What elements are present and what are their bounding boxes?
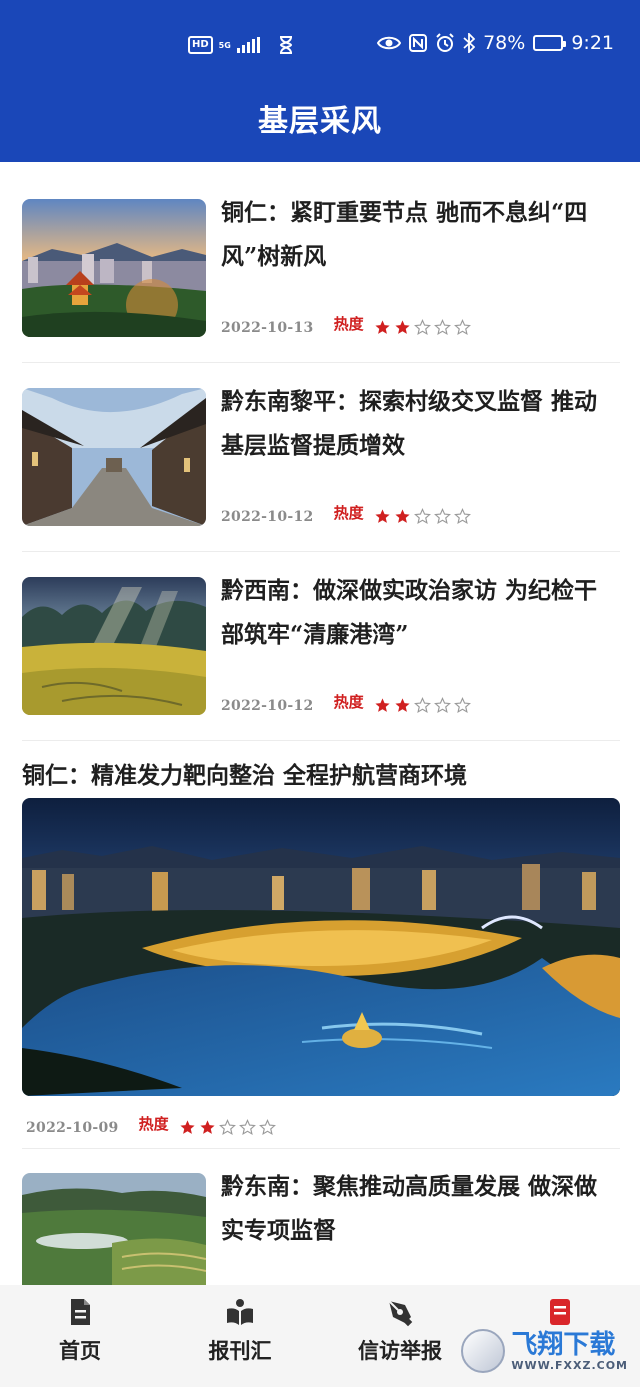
nav-publications-label: 报刊汇 [208,1338,272,1363]
divider [22,551,620,552]
heat-rating [374,319,471,336]
watermark-logo: 飞翔下载 WWW.FXXZ.COM [461,1329,628,1373]
page-title: 基层采风 [258,104,382,139]
article-meta: 2022-10-13 热度 [221,315,471,338]
heat-label: 热度 [333,504,364,522]
filled-star-icon [199,1120,215,1134]
nav-home[interactable]: 首页 [20,1297,140,1365]
red-book-icon [550,1299,570,1325]
empty-star-icon [453,319,471,336]
article-date: 2022-10-13 [221,319,314,336]
article-thumbnail [22,1173,206,1285]
empty-star-icon [413,508,431,525]
featured-image[interactable] [22,798,620,1096]
article-card[interactable]: 黔东南：聚焦推动高质量发展 做深做实专项监督 [22,1173,620,1285]
article-date: 2022-10-12 [221,508,314,525]
clock: 9:21 [571,32,614,54]
eye-icon [377,36,402,50]
watermark-title: 飞翔下载 [511,1329,616,1360]
battery-icon [533,35,567,51]
battery-percent: 78% [483,32,526,54]
hd-badge: HD [188,36,213,54]
filled-star-icon [374,509,390,523]
heat-rating [179,1119,276,1136]
article-title[interactable]: 黔东南黎平：探索村级交叉监督 推动基层监督提质增效 [221,380,613,468]
featured-title[interactable]: 铜仁：精准发力靶向整治 全程护航营商环境 [22,756,620,790]
article-thumbnail [22,577,206,715]
article-card[interactable]: 黔东南黎平：探索村级交叉监督 推动基层监督提质增效 2022-10-12 热度 [22,388,620,528]
empty-star-icon [433,697,451,714]
article-meta: 2022-10-12 热度 [221,504,471,527]
empty-star-icon [258,1119,276,1136]
featured-meta: 2022-10-09 热度 [26,1115,276,1138]
article-title[interactable]: 黔西南：做深做实政治家访 为纪检干部筑牢“清廉港湾” [221,569,613,657]
empty-star-icon [238,1119,256,1136]
divider [22,362,620,363]
empty-star-icon [413,319,431,336]
filled-star-icon [394,698,410,712]
signal-strength-icon [236,37,260,53]
app-header: HD 5G 78% 9:21 基层采风 [0,0,640,162]
heat-rating [374,508,471,525]
article-thumbnail [22,199,206,337]
empty-star-icon [433,319,451,336]
heat-label: 热度 [138,1115,169,1133]
article-date: 2022-10-09 [26,1119,119,1136]
bottom-navigation: 首页 报刊汇 信访举报 飞翔下载 WWW.FXXZ.COM [0,1285,640,1387]
article-card[interactable]: 铜仁：紧盯重要节点 驰而不息纠“四风”树新风 2022-10-13 热度 [22,199,620,339]
filled-star-icon [394,320,410,334]
article-meta: 2022-10-12 热度 [221,693,471,716]
nav-publications[interactable]: 报刊汇 [180,1297,300,1365]
watermark-text: 飞翔下载 WWW.FXXZ.COM [511,1331,628,1372]
alarm-icon [436,33,454,52]
network-type: 5G [219,41,231,50]
watermark-emblem-icon [461,1329,506,1373]
document-icon [71,1299,90,1325]
article-title[interactable]: 铜仁：紧盯重要节点 驰而不息纠“四风”树新风 [221,191,613,279]
status-bar: HD 5G 78% 9:21 [0,28,640,66]
hourglass-icon [279,36,292,54]
filled-star-icon [394,509,410,523]
bluetooth-icon [463,33,476,53]
empty-star-icon [218,1119,236,1136]
heat-label: 热度 [333,693,364,711]
article-title[interactable]: 黔东南：聚焦推动高质量发展 做深做实专项监督 [221,1165,613,1253]
empty-star-icon [453,697,471,714]
article-date: 2022-10-12 [221,697,314,714]
filled-star-icon [374,698,390,712]
article-card[interactable]: 黔西南：做深做实政治家访 为纪检干部筑牢“清廉港湾” 2022-10-12 热度 [22,577,620,717]
filled-star-icon [374,320,390,334]
divider [22,1148,620,1149]
watermark-url: WWW.FXXZ.COM [511,1358,628,1372]
divider [22,740,620,741]
network-type-label: 5G [218,40,231,50]
article-thumbnail [22,388,206,526]
open-book-icon [227,1299,253,1325]
pen-nib-icon [388,1300,413,1327]
heat-rating [374,697,471,714]
heat-label: 热度 [333,315,364,333]
empty-star-icon [413,697,431,714]
filled-star-icon [179,1120,195,1134]
status-bar-right: 78% 9:21 [377,32,614,54]
empty-star-icon [453,508,471,525]
empty-star-icon [433,508,451,525]
status-bar-left: HD 5G [188,36,294,54]
nav-home-label: 首页 [59,1338,101,1363]
nav-petition-label: 信访举报 [358,1338,442,1363]
nfc-icon [409,34,428,52]
nav-petition-report[interactable]: 信访举报 [340,1297,460,1365]
